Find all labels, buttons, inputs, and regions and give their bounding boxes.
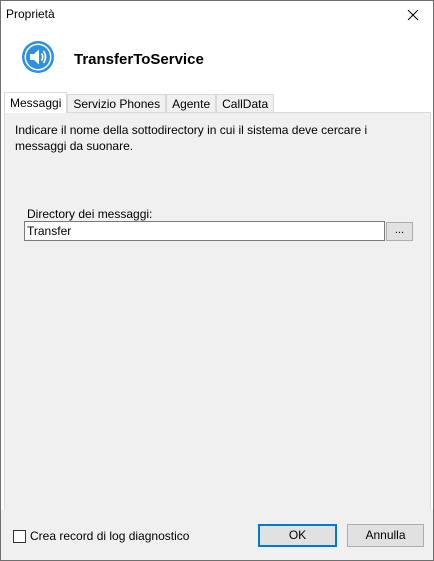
window-title: Proprietà <box>6 7 55 21</box>
browse-button[interactable]: ... <box>386 222 413 241</box>
diagnostic-log-label: Crea record di log diagnostico <box>30 529 190 543</box>
diagnostic-log-option[interactable]: Crea record di log diagnostico <box>13 529 189 543</box>
directory-input[interactable] <box>24 221 385 241</box>
tab-agente[interactable]: Agente <box>166 94 217 113</box>
speaker-icon <box>22 41 54 73</box>
tab-strip: Messaggi Servizio Phones Agente CallData <box>4 92 275 113</box>
dialog-footer: Crea record di log diagnostico OK Annull… <box>1 510 433 560</box>
panel-description: Indicare il nome della sottodirectory in… <box>15 123 368 153</box>
ok-button[interactable]: OK <box>258 524 337 547</box>
tab-panel-messaggi: Indicare il nome della sottodirectory in… <box>4 112 431 511</box>
properties-dialog: Proprietà TransferToService Messaggi Ser… <box>0 0 434 561</box>
tab-calldata[interactable]: CallData <box>216 94 275 113</box>
tab-servizio-phones[interactable]: Servizio Phones <box>67 94 167 113</box>
diagnostic-log-checkbox[interactable] <box>13 529 26 543</box>
cancel-button[interactable]: Annulla <box>347 524 424 547</box>
dialog-header: TransferToService <box>1 29 433 91</box>
close-icon <box>407 9 419 21</box>
title-bar[interactable]: Proprietà <box>1 1 433 29</box>
tab-messaggi[interactable]: Messaggi <box>4 92 68 113</box>
page-title: TransferToService <box>74 51 204 68</box>
close-button[interactable] <box>393 1 433 29</box>
directory-label: Directory dei messaggi: <box>27 207 153 221</box>
